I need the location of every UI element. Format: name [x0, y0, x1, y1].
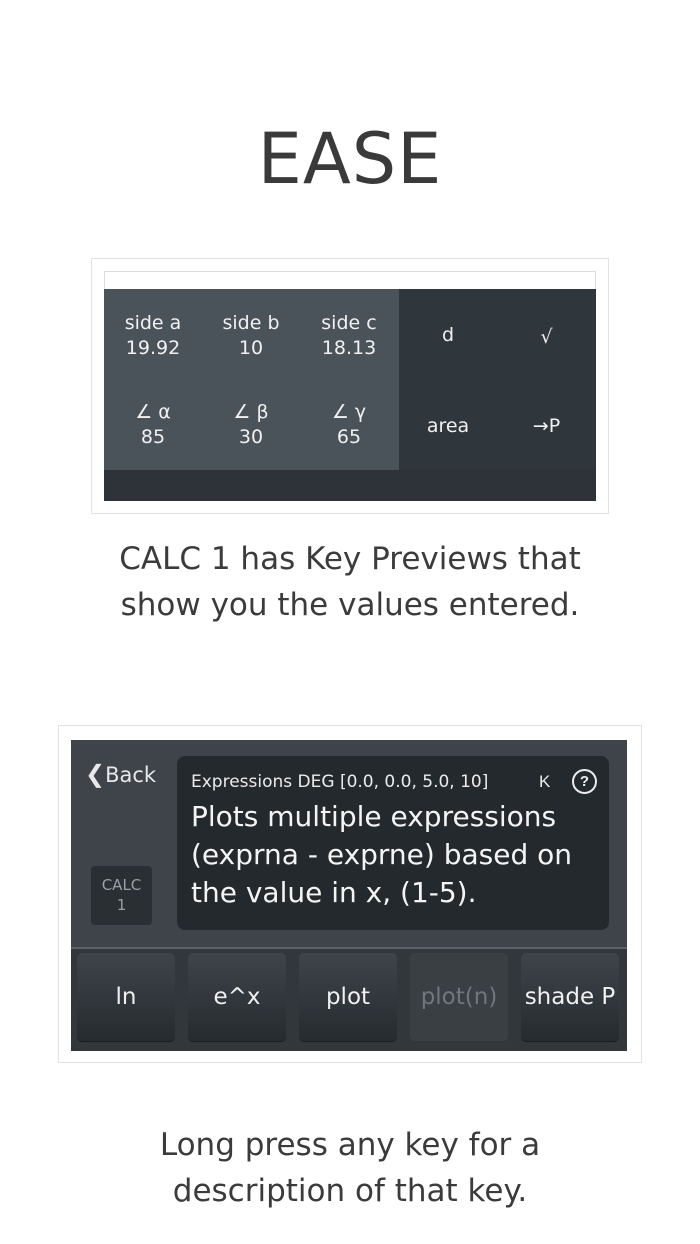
key-plot-n[interactable]: plot(n) — [410, 953, 508, 1041]
key-shade-p[interactable]: shade P — [521, 953, 619, 1041]
sqrt-icon: √ — [540, 326, 553, 348]
description-line: the value in x, (1-5). — [191, 876, 477, 909]
description-line: (exprna - exprne) based on — [191, 838, 573, 871]
key-side-b[interactable]: side b 10 — [202, 311, 300, 361]
key-label: ∠ α — [135, 401, 171, 423]
key-angle-beta[interactable]: ∠ β 30 — [202, 400, 300, 450]
back-button[interactable]: ❮Back — [85, 760, 156, 788]
description-line: Plots multiple expressions — [191, 800, 557, 833]
key-to-polar[interactable]: →P — [497, 414, 596, 439]
key-angle-gamma[interactable]: ∠ γ 65 — [300, 400, 398, 450]
badge-line: CALC — [101, 876, 142, 894]
caption-line: CALC 1 has Key Previews that — [119, 541, 581, 577]
key-e-power-x[interactable]: e^x — [188, 953, 286, 1041]
key-value: 19.92 — [125, 337, 181, 359]
key-area[interactable]: area — [399, 414, 497, 439]
k-label: K — [539, 772, 551, 791]
calc-mode-badge[interactable]: CALC 1 — [91, 866, 152, 925]
key-label: side c — [321, 312, 377, 334]
arrow-right-icon: →P — [532, 415, 561, 437]
key-label: side a — [124, 312, 182, 334]
calculator-panel: ❮Back CALC 1 Expressions DEG [0.0, 0.0, … — [71, 740, 627, 1051]
key-side-c[interactable]: side c 18.13 — [300, 311, 398, 361]
key-label: ∠ γ — [331, 401, 367, 423]
caption-line: show you the values entered. — [120, 587, 580, 623]
description-body: Plots multiple expressions (exprna - exp… — [191, 798, 601, 912]
panel-bottom-bar — [104, 470, 596, 501]
key-value: 85 — [140, 426, 166, 448]
key-sqrt[interactable]: √ — [497, 325, 596, 350]
key-label: side b — [222, 312, 280, 334]
key-value: 18.13 — [321, 337, 377, 359]
key-side-a[interactable]: side a 19.92 — [104, 311, 202, 361]
screenshot-top-edge — [104, 271, 596, 289]
caption-long-press: Long press any key for a description of … — [0, 1122, 700, 1214]
key-label: area — [426, 415, 470, 437]
key-preview-panel: side a 19.92 side b 10 side c 18.13 d √ … — [104, 289, 596, 501]
caption-line: description of that key. — [172, 1173, 528, 1209]
key-previews-screenshot: side a 19.92 side b 10 side c 18.13 d √ … — [91, 258, 609, 514]
key-description-popup: Expressions DEG [0.0, 0.0, 5.0, 10] K ? … — [177, 756, 609, 930]
key-value: 10 — [238, 337, 264, 359]
chevron-left-icon: ❮ — [85, 760, 106, 788]
key-label: ∠ β — [233, 401, 269, 423]
badge-line: 1 — [116, 896, 127, 914]
key-label: d — [441, 324, 455, 346]
key-angle-alpha[interactable]: ∠ α 85 — [104, 400, 202, 450]
caption-key-previews: CALC 1 has Key Previews that show you th… — [0, 536, 700, 628]
key-description-screenshot: ❮Back CALC 1 Expressions DEG [0.0, 0.0, … — [58, 725, 642, 1063]
back-label: Back — [105, 763, 157, 787]
key-value: 30 — [238, 426, 264, 448]
description-header: Expressions DEG [0.0, 0.0, 5.0, 10] — [191, 772, 489, 792]
key-d[interactable]: d — [399, 323, 497, 348]
caption-line: Long press any key for a — [159, 1127, 541, 1163]
key-plot[interactable]: plot — [299, 953, 397, 1041]
key-value: 65 — [336, 426, 362, 448]
page-title: EASE — [257, 118, 443, 200]
help-icon[interactable]: ? — [572, 769, 597, 794]
key-ln[interactable]: ln — [77, 953, 175, 1041]
